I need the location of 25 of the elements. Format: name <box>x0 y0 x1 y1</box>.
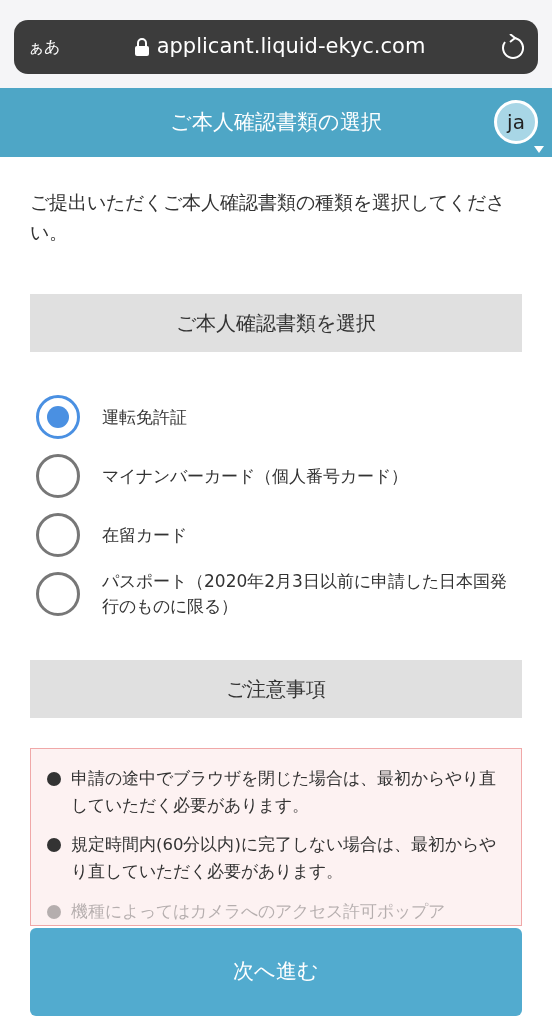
language-button[interactable]: ja <box>494 100 538 144</box>
address-bar[interactable]: ぁあ applicant.liquid-ekyc.com <box>14 20 538 74</box>
lock-icon <box>134 38 149 56</box>
note-text: 機種によってはカメラへのアクセス許可ポップア <box>71 900 445 923</box>
option-label[interactable]: パスポート（2020年2月3日以前に申請した日本国発行のものに限る） <box>102 568 516 620</box>
option-label[interactable]: マイナンバーカード（個人番号カード） <box>102 463 408 490</box>
page-title: ご本人確認書類の選択 <box>170 108 382 136</box>
section-heading: ご本人確認書類を選択 <box>30 293 522 352</box>
intro-text: ご提出いただくご本人確認書類の種類を選択してください。 <box>30 190 506 246</box>
section-heading: ご注意事項 <box>30 659 522 718</box>
note-text: 申請の途中でブラウザを閉じた場合は、最初からやり直していただく必要があります。 <box>71 767 497 817</box>
radio-button[interactable] <box>36 572 80 617</box>
bullet-icon <box>47 838 61 853</box>
text-size-button[interactable]: ぁあ <box>28 35 60 59</box>
bullet-icon <box>47 771 61 786</box>
caret-icon <box>534 146 544 153</box>
bullet-icon <box>47 904 61 919</box>
note-text: 規定時間内(60分以内)に完了しない場合は、最初からやり直していただく必要があります。 <box>71 834 497 884</box>
radio-button[interactable] <box>36 513 80 558</box>
reload-icon[interactable] <box>500 34 524 60</box>
radio-button[interactable] <box>36 454 80 499</box>
option-label[interactable]: 在留カード <box>102 522 187 549</box>
radio-button[interactable] <box>36 395 80 440</box>
url-text: applicant.liquid-ekyc.com <box>156 33 426 61</box>
option-label[interactable]: 運転免許証 <box>102 404 187 431</box>
